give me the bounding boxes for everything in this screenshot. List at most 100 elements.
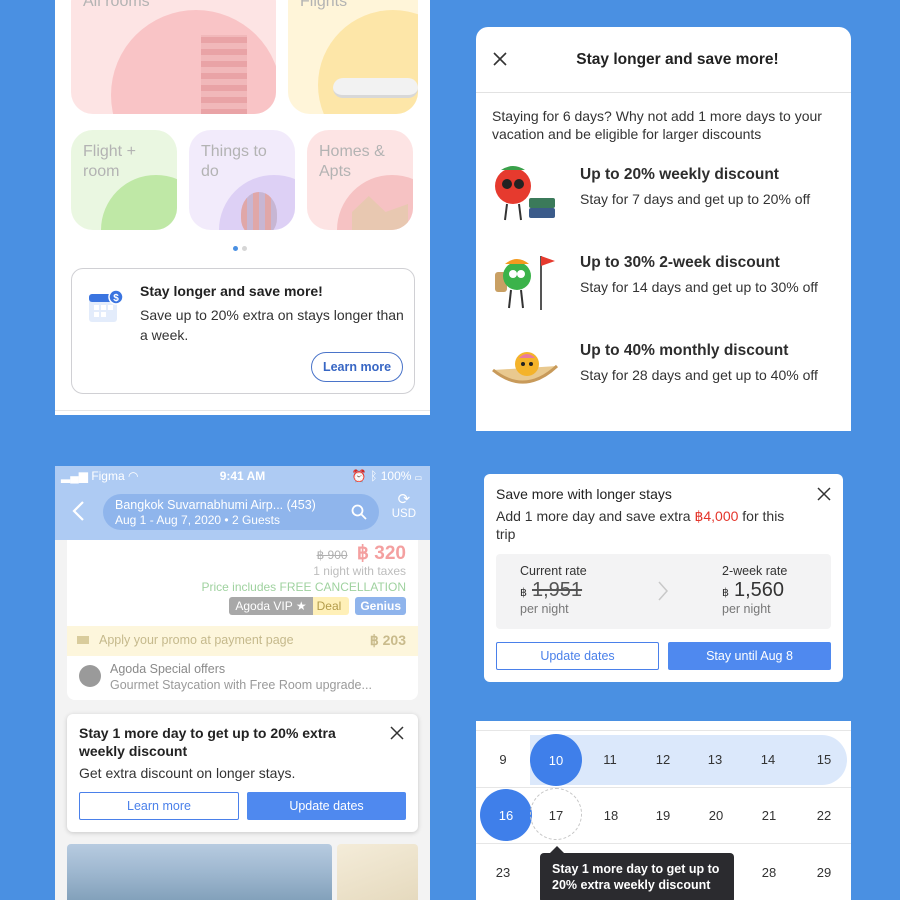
agoda-logo-icon	[79, 665, 101, 687]
calendar-day[interactable]: 20	[696, 808, 736, 823]
offer-description: Stay for 14 days and get up to 30% off	[580, 279, 818, 295]
battery-label: 100%	[380, 469, 412, 483]
sheet-description: Get extra discount on longer stays.	[79, 765, 296, 781]
star-icon: ★	[295, 599, 307, 613]
tile-all-rooms[interactable]: All rooms	[71, 0, 276, 114]
tile-blob	[318, 10, 418, 114]
update-dates-button[interactable]: Update dates	[247, 792, 406, 820]
current-rate: Current rate ฿ 1,951 per night	[520, 564, 587, 616]
hotel-photo[interactable]	[337, 844, 418, 900]
search-icon[interactable]	[351, 504, 367, 520]
learn-more-button[interactable]: Learn more	[79, 792, 239, 820]
tile-homes-apts[interactable]: Homes & Apts	[307, 130, 413, 230]
status-right: ⏰ ᛒ 100% ▭	[352, 469, 422, 483]
search-location: Bangkok Suvarnabhumi Airp... (453)	[115, 498, 316, 512]
calendar-day[interactable]: 17	[536, 808, 576, 823]
promo-banner[interactable]: Apply your promo at payment page ฿ 203	[67, 626, 418, 656]
calendar-day-selected-start[interactable]: 10	[530, 734, 582, 786]
agoda-vip-label: Agoda VIP	[235, 599, 293, 613]
back-chevron-icon[interactable]	[71, 500, 85, 522]
search-summary-pill[interactable]: Bangkok Suvarnabhumi Airp... (453) Aug 1…	[103, 494, 379, 530]
calendar-day[interactable]: 28	[749, 865, 789, 880]
rate-unit: per night	[520, 602, 569, 616]
calendar-day[interactable]: 18	[591, 808, 631, 823]
modal-title: Stay longer and save more!	[576, 51, 779, 68]
date-picker-calendar: 9 10 11 12 13 14 15 16 17 18 19 20 21 22…	[476, 721, 851, 900]
divider	[476, 787, 851, 788]
tile-flight-room[interactable]: Flight + room	[71, 130, 177, 230]
tile-label: All rooms	[83, 0, 150, 10]
rate-value: 1,951	[532, 579, 583, 601]
calendar-day-selected-end[interactable]: 16	[480, 789, 532, 841]
rate-label: 2-week rate	[722, 564, 788, 578]
price-row: ฿ 900 ฿ 320	[317, 542, 406, 565]
rate-label: Current rate	[520, 564, 587, 578]
learn-more-button[interactable]: Learn more	[311, 352, 403, 382]
special-description: Gourmet Staycation with Free Room upgrad…	[110, 678, 372, 692]
special-offers-row[interactable]: Agoda Special offers Gourmet Staycation …	[67, 656, 418, 700]
tile-label: Flights	[300, 0, 348, 10]
offer-monthly: Up to 40% monthly discount Stay for 28 d…	[491, 338, 841, 408]
search-results-screen: ▂▄▆ Figma ◠ 9:41 AM ⏰ ᛒ 100% ▭ Bangkok S…	[55, 466, 430, 900]
price: 320	[374, 543, 406, 564]
offer-weekly: Up to 20% weekly discount Stay for 7 day…	[491, 162, 841, 232]
calendar-day[interactable]: 29	[804, 865, 844, 880]
home-screen: All rooms Flights Flight + room Things t…	[55, 0, 430, 415]
agoda-vip-badge: Agoda VIP ★	[229, 597, 313, 615]
calendar-day[interactable]: 15	[804, 752, 844, 767]
calendar-day[interactable]: 13	[695, 752, 735, 767]
building-illustration	[201, 35, 247, 114]
calendar-day[interactable]: 19	[643, 808, 683, 823]
rate-currency: ฿	[520, 587, 527, 599]
ticket-icon	[77, 636, 89, 644]
close-icon[interactable]	[817, 487, 831, 501]
special-title: Agoda Special offers	[110, 662, 226, 676]
old-price: ฿ 900	[316, 548, 348, 562]
two-week-rate: 2-week rate ฿ 1,560 per night	[722, 564, 787, 616]
rate-unit: per night	[722, 602, 771, 616]
tile-label: Homes & Apts	[319, 143, 385, 180]
savings-amount: ฿4,000	[694, 508, 739, 524]
free-cancellation: Price includes FREE CANCELLATION	[201, 580, 406, 594]
page-dots	[233, 246, 247, 251]
airplane-illustration	[333, 78, 418, 98]
rate-currency: ฿	[722, 587, 729, 599]
divider	[476, 721, 851, 731]
svg-text:$: $	[113, 293, 119, 304]
tile-blob	[111, 10, 276, 114]
promo-value: ฿ 203	[369, 632, 406, 648]
suitcase-character-icon	[495, 166, 555, 221]
alarm-icon: ⏰	[351, 469, 367, 483]
tile-label: Things to do	[201, 143, 267, 180]
calendar-icon: $	[89, 289, 124, 322]
close-icon[interactable]	[390, 726, 404, 740]
currency-label: USD	[391, 508, 416, 520]
card-title: Save more with longer stays	[496, 486, 672, 502]
calendar-day[interactable]: 12	[643, 752, 683, 767]
promo-text: Apply your promo at payment page	[99, 633, 294, 647]
hotel-photo[interactable]	[67, 844, 332, 900]
rate-value: 1,560	[734, 579, 785, 601]
rate-comparison: Current rate ฿ 1,951 per night 2-week rat…	[496, 554, 831, 629]
calendar-day[interactable]: 11	[590, 752, 630, 767]
calendar-day[interactable]: 22	[804, 808, 844, 823]
stay-until-button[interactable]: Stay until Aug 8	[668, 642, 831, 670]
stay-longer-promo-card: $ Stay longer and save more! Save up to …	[71, 268, 415, 394]
discount-tooltip: Stay 1 more day to get up to 20% extra w…	[540, 846, 734, 900]
modal-header: Stay longer and save more!	[476, 27, 851, 93]
tile-flights[interactable]: Flights	[288, 0, 418, 114]
desc-prefix: Add 1 more day and save extra	[496, 508, 695, 524]
card-description: Add 1 more day and save extra ฿4,000 for…	[496, 507, 786, 543]
calendar-day[interactable]: 23	[483, 865, 523, 880]
divider	[55, 410, 430, 411]
update-dates-button[interactable]: Update dates	[496, 642, 659, 670]
offer-title: Up to 20% weekly discount	[580, 166, 779, 183]
longer-stay-sheet: Stay 1 more day to get up to 20% extra w…	[67, 714, 418, 832]
calendar-day[interactable]: 9	[483, 752, 523, 767]
currency-switch[interactable]: ⟳ USD	[392, 490, 416, 520]
balloon-illustration	[241, 192, 277, 230]
calendar-day[interactable]: 21	[749, 808, 789, 823]
tile-things-to-do[interactable]: Things to do	[189, 130, 295, 230]
promo-description: Save up to 20% extra on stays longer tha…	[140, 307, 404, 343]
calendar-day[interactable]: 14	[748, 752, 788, 767]
